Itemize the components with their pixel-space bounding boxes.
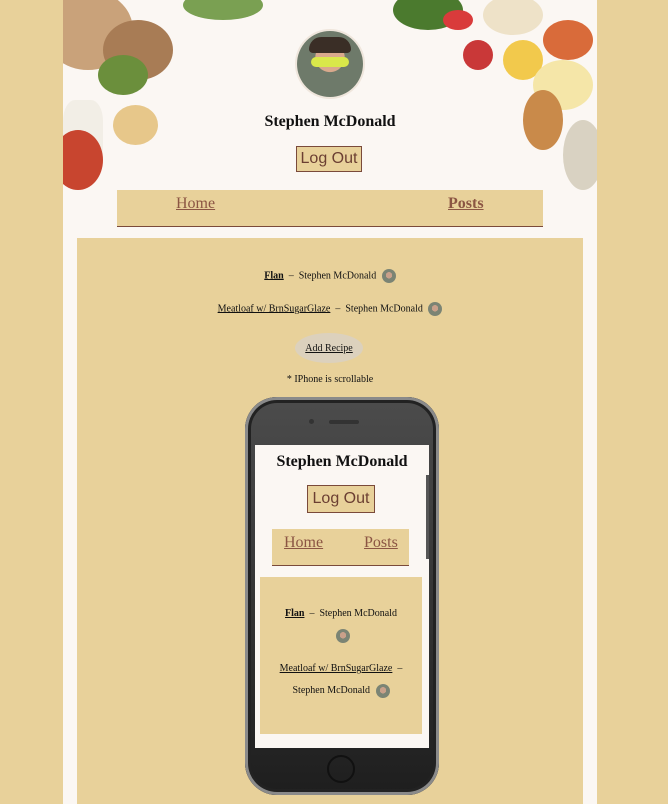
separator: – bbox=[288, 270, 294, 282]
author-avatar bbox=[428, 302, 443, 316]
phone-post-author: Stephen McDonald bbox=[292, 685, 371, 696]
profile-avatar bbox=[297, 31, 363, 97]
phone-post-author: Stephen McDonald bbox=[319, 608, 397, 619]
phone-speaker bbox=[329, 420, 359, 424]
phone-home-button bbox=[327, 755, 355, 783]
iphone-mockup: Stephen McDonald Log Out Home Posts Flan… bbox=[245, 397, 439, 795]
post-item: Meatloaf w/ BrnSugarGlaze – Stephen McDo… bbox=[77, 302, 583, 316]
phone-camera bbox=[309, 419, 314, 424]
nav-home-link[interactable]: Home bbox=[176, 195, 215, 213]
phone-nav-posts-link[interactable]: Posts bbox=[364, 534, 398, 552]
phone-nav: Home Posts bbox=[272, 529, 409, 566]
page-container: Stephen McDonald Log Out Home Posts Flan… bbox=[63, 0, 597, 804]
avatar-hair bbox=[309, 37, 351, 53]
phone-logout-button[interactable]: Log Out bbox=[307, 485, 375, 513]
scroll-note: * IPhone is scrollable bbox=[286, 374, 374, 385]
author-avatar bbox=[381, 269, 396, 283]
phone-post-title-link[interactable]: Meatloaf w/ BrnSugarGlaze bbox=[280, 663, 393, 674]
posts-panel: Flan – Stephen McDonald Meatloaf w/ BrnS… bbox=[77, 238, 583, 804]
phone-screen[interactable]: Stephen McDonald Log Out Home Posts Flan… bbox=[255, 445, 429, 748]
phone-post-item: Flan – Stephen McDonald bbox=[260, 603, 422, 647]
phone-post-item: Meatloaf w/ BrnSugarGlaze – Stephen McDo… bbox=[260, 658, 422, 702]
nav-posts-link[interactable]: Posts bbox=[448, 195, 484, 213]
phone-posts-panel: Flan – Stephen McDonald Meatloaf w/ BrnS… bbox=[260, 577, 422, 734]
avatar-sunglasses bbox=[311, 57, 349, 67]
separator: – bbox=[397, 663, 403, 674]
logout-button[interactable]: Log Out bbox=[296, 146, 362, 172]
post-title-link[interactable]: Flan bbox=[264, 270, 283, 281]
author-avatar bbox=[335, 628, 350, 643]
author-avatar bbox=[375, 683, 390, 698]
phone-user-name: Stephen McDonald bbox=[276, 453, 408, 470]
phone-nav-home-link[interactable]: Home bbox=[284, 534, 323, 552]
main-nav: Home Posts bbox=[117, 190, 543, 227]
post-item: Flan – Stephen McDonald bbox=[77, 269, 583, 283]
user-name: Stephen McDonald bbox=[264, 113, 396, 130]
post-title-link[interactable]: Meatloaf w/ BrnSugarGlaze bbox=[218, 303, 331, 314]
post-author: Stephen McDonald bbox=[345, 303, 423, 315]
post-author: Stephen McDonald bbox=[298, 270, 377, 282]
separator: – bbox=[335, 303, 341, 315]
add-recipe-button[interactable]: Add Recipe bbox=[295, 333, 363, 363]
separator: – bbox=[309, 608, 315, 619]
phone-post-title-link[interactable]: Flan bbox=[285, 608, 304, 619]
phone-scrollbar[interactable] bbox=[426, 475, 429, 559]
